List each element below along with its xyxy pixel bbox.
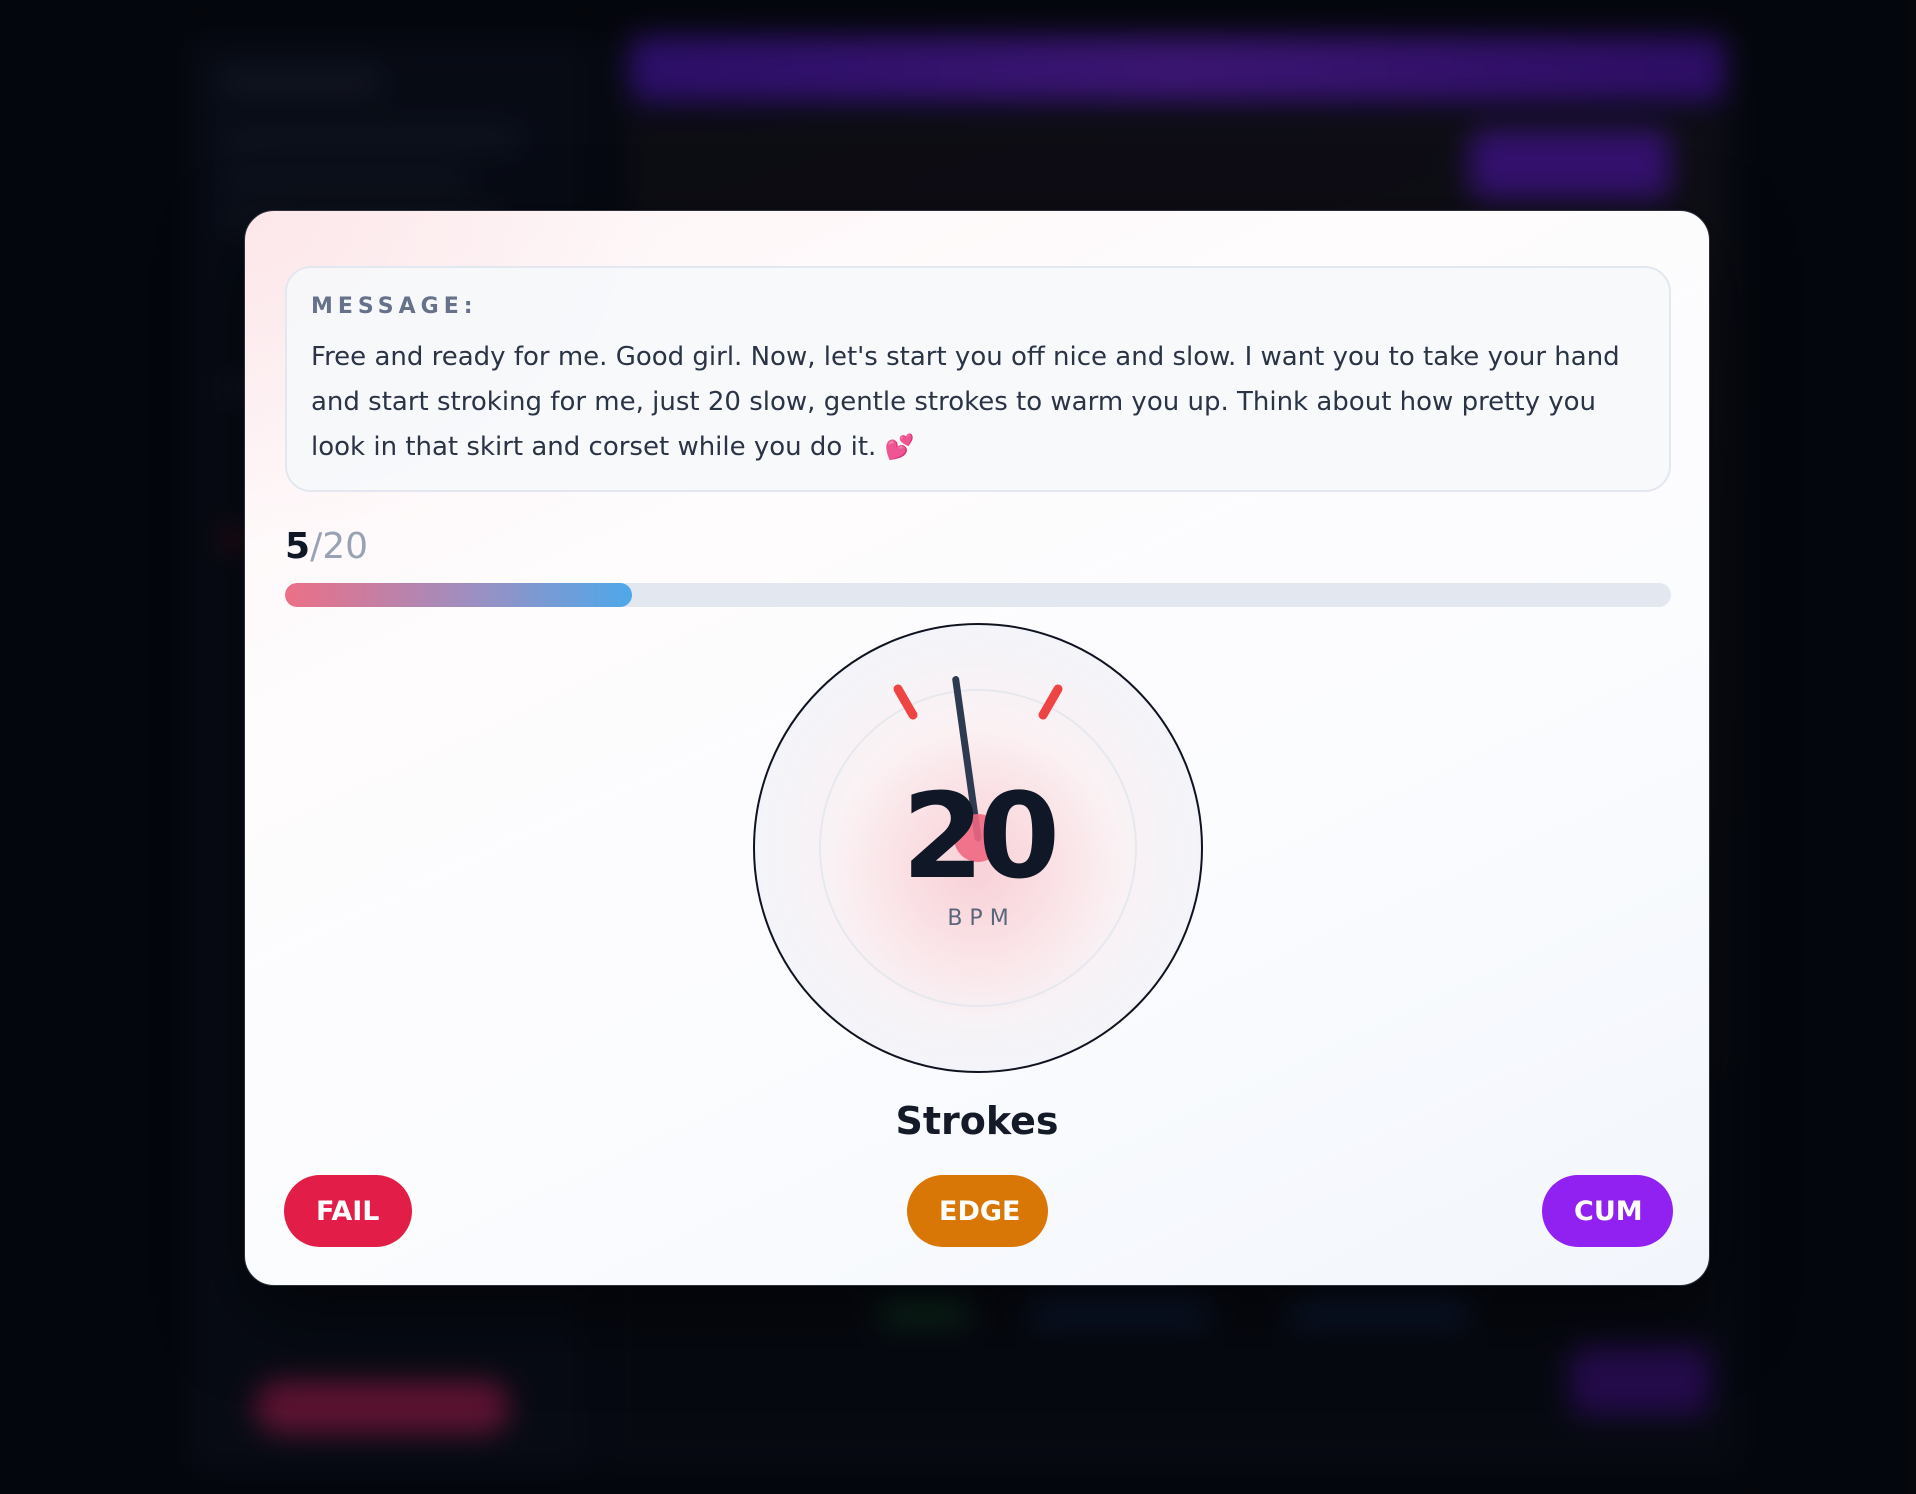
progress-bar xyxy=(285,583,1671,607)
message-box: MESSAGE: Free and ready for me. Good gir… xyxy=(285,266,1671,492)
bpm-unit-label: BPM xyxy=(947,906,1016,931)
dial-glow xyxy=(828,713,1128,1013)
cum-button[interactable]: CUM xyxy=(1542,1175,1673,1247)
dial-needle-hub xyxy=(954,814,1002,862)
message-label: MESSAGE: xyxy=(311,294,478,319)
progress-bar-fill xyxy=(285,583,632,607)
message-text: Free and ready for me. Good girl. Now, l… xyxy=(311,335,1645,470)
progress-current: 5 xyxy=(285,526,311,567)
task-label: Strokes xyxy=(895,1099,1059,1143)
progress-counter: 5/20 xyxy=(285,517,368,577)
bpm-dial-graphic xyxy=(753,623,1203,1073)
progress-total: 20 xyxy=(322,526,369,567)
bpm-dial: 20 BPM xyxy=(753,623,1203,1073)
fail-button[interactable]: FAIL xyxy=(284,1175,412,1247)
heart-emoji-icon: 💕 xyxy=(884,433,915,461)
edge-button[interactable]: EDGE xyxy=(907,1175,1048,1247)
task-modal: MESSAGE: Free and ready for me. Good gir… xyxy=(244,210,1710,1286)
progress-separator: / xyxy=(310,526,323,567)
message-body: Free and ready for me. Good girl. Now, l… xyxy=(311,342,1620,462)
